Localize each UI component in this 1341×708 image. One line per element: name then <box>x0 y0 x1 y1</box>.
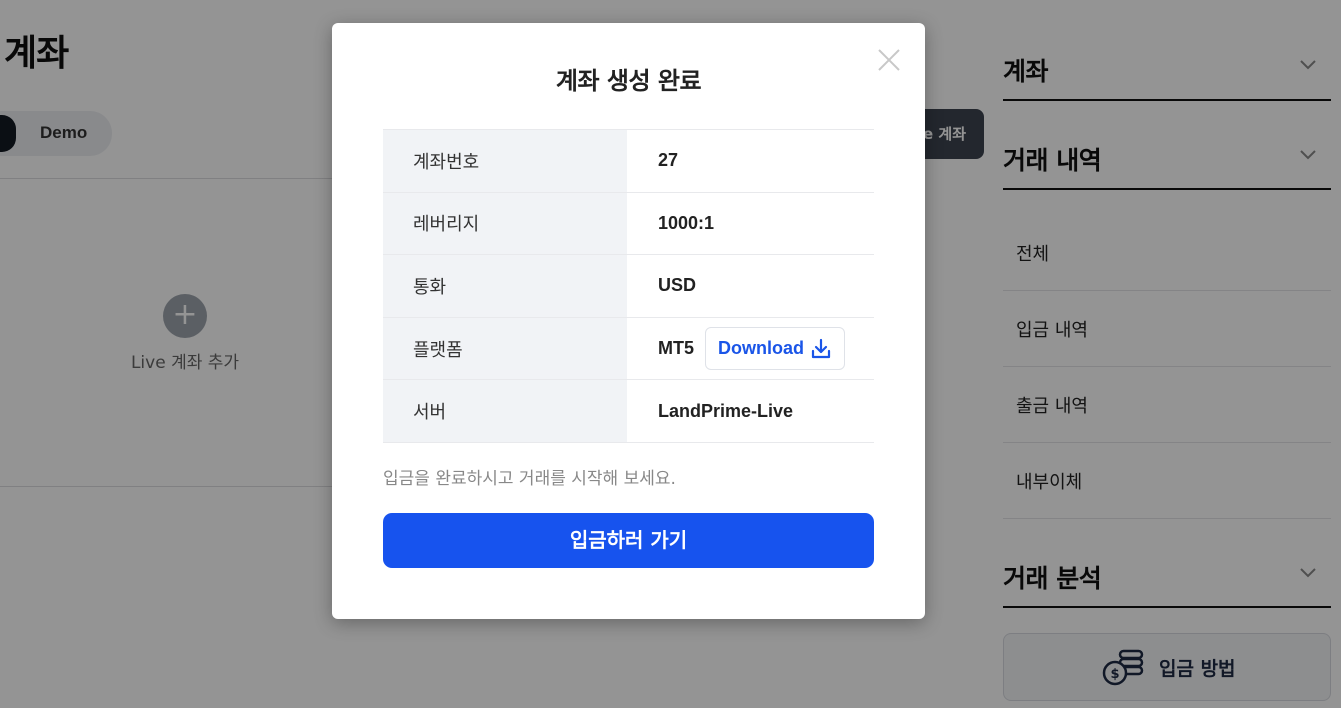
platform-value: MT5 <box>658 338 694 359</box>
row-key: 통화 <box>383 255 627 317</box>
table-row: 레버리지 1000:1 <box>383 192 874 256</box>
row-value: MT5 Download <box>627 318 874 380</box>
go-deposit-button[interactable]: 입금하러 가기 <box>383 513 874 568</box>
row-key: 플랫폼 <box>383 317 627 380</box>
download-button[interactable]: Download <box>705 327 845 371</box>
modal-title: 계좌 생성 완료 <box>555 67 702 95</box>
account-info-table: 계좌번호 27 레버리지 1000:1 통화 USD 플랫폼 MT5 Downl… <box>383 129 874 443</box>
row-key: 계좌번호 <box>383 130 627 192</box>
table-row: 서버 LandPrime-Live <box>383 380 874 443</box>
row-key: 레버리지 <box>383 192 627 255</box>
row-key: 서버 <box>383 380 627 442</box>
account-created-modal: 계좌 생성 완료 계좌번호 27 레버리지 1000:1 통화 USD 플랫폼 … <box>332 23 925 619</box>
table-row: 계좌번호 27 <box>383 130 874 193</box>
row-value: LandPrime-Live <box>658 400 794 421</box>
row-value: 1000:1 <box>658 212 715 233</box>
download-label: Download <box>718 338 804 359</box>
row-value: USD <box>658 275 697 296</box>
download-icon <box>811 338 831 358</box>
modal-note: 입금을 완료하시고 거래를 시작해 보세요. <box>383 469 676 489</box>
table-row: 플랫폼 MT5 Download <box>383 317 874 381</box>
table-row: 통화 USD <box>383 255 874 318</box>
row-value: 27 <box>658 150 679 171</box>
